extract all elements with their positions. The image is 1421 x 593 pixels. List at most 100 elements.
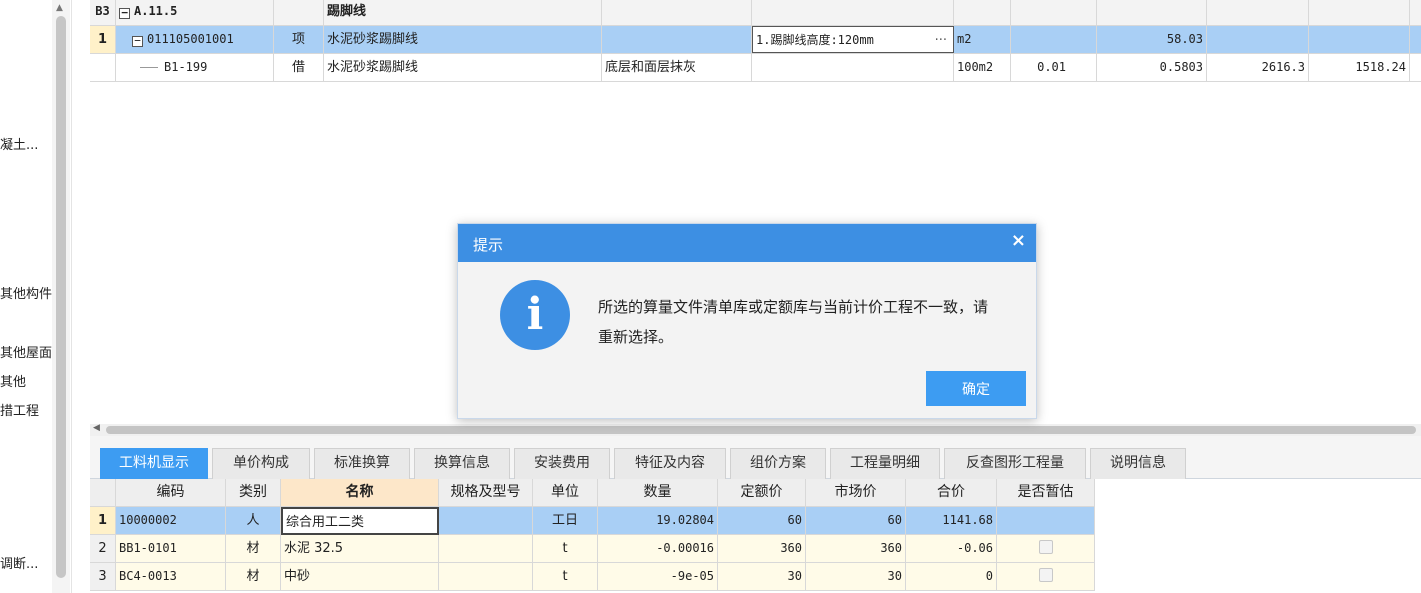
sidebar-item-concrete[interactable]: 凝土... — [0, 134, 38, 153]
tab-quantity-details[interactable]: 工程量明细 — [830, 448, 940, 479]
sidebar-item-other-roof[interactable]: 其他屋面 — [0, 342, 52, 361]
item-qty-content[interactable] — [1011, 26, 1097, 53]
estimated-checkbox[interactable] — [1038, 568, 1053, 582]
dialog-title-bar[interactable]: 提示 × — [458, 224, 1036, 262]
item-desc[interactable]: 底层和面层抹灰 — [602, 54, 752, 81]
item-unit-price[interactable]: 2616.3 — [1207, 54, 1309, 81]
tab-features-content[interactable]: 特征及内容 — [614, 448, 726, 479]
material-quota-price: 30 — [718, 563, 806, 591]
tab-description-info[interactable]: 说明信息 — [1090, 448, 1186, 479]
material-unit[interactable]: t — [533, 535, 598, 563]
sidebar-item-other-components[interactable]: 其他构件 — [0, 283, 52, 302]
section-row[interactable]: B3 − A.11.5 踢脚线 — [90, 0, 1421, 26]
header-unit[interactable]: 单位 — [533, 479, 598, 507]
material-spec[interactable] — [439, 563, 533, 591]
features-cell[interactable]: 1.踢脚线高度:120mm ··· — [752, 26, 954, 53]
material-market-price[interactable]: 30 — [806, 563, 906, 591]
scroll-left-icon[interactable]: ◀ — [93, 423, 100, 433]
prompt-dialog: 提示 × i 所选的算量文件清单库或定额库与当前计价工程不一致，请重新选择。 确… — [457, 223, 1037, 419]
item-name[interactable]: 水泥砂浆踢脚线 — [324, 54, 602, 81]
close-icon[interactable]: × — [1011, 230, 1026, 252]
item-code: 011105001001 — [147, 32, 234, 46]
tab-unit-price-composition[interactable]: 单价构成 — [212, 448, 310, 479]
table-row[interactable]: B1-199 借 水泥砂浆踢脚线 底层和面层抹灰 100m2 0.01 0.58… — [90, 54, 1421, 82]
header-quota-price[interactable]: 定额价 — [718, 479, 806, 507]
more-icon[interactable]: ··· — [935, 27, 947, 52]
tab-pricing-plan[interactable]: 组价方案 — [730, 448, 826, 479]
item-qty[interactable]: 0.5803 — [1097, 54, 1207, 81]
material-code[interactable]: BB1-0101 — [116, 535, 226, 563]
tree-connector — [140, 67, 158, 68]
material-spec[interactable] — [439, 535, 533, 563]
estimated-cell — [997, 507, 1095, 535]
sidebar-scroll-thumb[interactable] — [56, 16, 66, 578]
horizontal-scroll-thumb[interactable] — [106, 426, 1416, 434]
header-category[interactable]: 类别 — [226, 479, 281, 507]
type-cell — [274, 0, 324, 25]
material-name-input[interactable]: 综合用工二类 — [281, 507, 439, 535]
code-cell[interactable]: B1-199 — [116, 54, 274, 81]
material-name[interactable]: 水泥 32.5 — [281, 535, 439, 563]
detail-tab-bar: 工料机显示 单价构成 标准换算 换算信息 安装费用 特征及内容 组价方案 工程量… — [90, 436, 1421, 479]
item-type: 借 — [274, 54, 324, 81]
item-unit[interactable]: m2 — [954, 26, 1011, 53]
ok-button[interactable]: 确定 — [926, 371, 1026, 406]
horizontal-scrollbar[interactable]: ◀ — [90, 423, 1421, 436]
quota-code: B1-199 — [164, 60, 208, 74]
sidebar-item-measures[interactable]: 措工程 — [0, 400, 39, 419]
material-quantity[interactable]: -9e-05 — [598, 563, 718, 591]
item-name[interactable]: 水泥砂浆踢脚线 — [324, 26, 602, 53]
sidebar-item-adjust[interactable]: 调断... — [0, 553, 38, 572]
header-quantity[interactable]: 数量 — [598, 479, 718, 507]
item-qty-content[interactable]: 0.01 — [1011, 54, 1097, 81]
tab-conversion-info[interactable]: 换算信息 — [414, 448, 510, 479]
collapse-icon[interactable]: − — [119, 7, 130, 19]
header-spec[interactable]: 规格及型号 — [439, 479, 533, 507]
sidebar-item-other[interactable]: 其他 — [0, 371, 26, 390]
item-desc[interactable] — [602, 26, 752, 53]
item-qty[interactable]: 58.03 — [1097, 26, 1207, 53]
header-estimated[interactable]: 是否暂估 — [997, 479, 1095, 507]
material-unit[interactable]: t — [533, 563, 598, 591]
material-code[interactable]: BC4-0013 — [116, 563, 226, 591]
material-spec[interactable] — [439, 507, 533, 535]
section-code-cell[interactable]: − A.11.5 — [116, 0, 274, 25]
dialog-title: 提示 — [473, 236, 504, 254]
sidebar-scrollbar[interactable]: ▲ — [52, 0, 70, 593]
material-code[interactable]: 10000002 — [116, 507, 226, 535]
material-market-price[interactable]: 360 — [806, 535, 906, 563]
material-name[interactable]: 中砂 — [281, 563, 439, 591]
collapse-icon[interactable]: − — [132, 35, 143, 47]
item-features[interactable] — [752, 54, 954, 81]
table-row[interactable]: 1 −011105001001 项 水泥砂浆踢脚线 1.踢脚线高度:120mm … — [90, 26, 1421, 54]
material-unit[interactable]: 工日 — [533, 507, 598, 535]
empty-cell — [1011, 0, 1097, 25]
tab-reverse-graphic-quantity[interactable]: 反查图形工程量 — [944, 448, 1086, 479]
header-code[interactable]: 编码 — [116, 479, 226, 507]
material-quota-price: 60 — [718, 507, 806, 535]
scroll-up-icon[interactable]: ▲ — [56, 3, 63, 13]
tab-standard-conversion[interactable]: 标准换算 — [314, 448, 410, 479]
material-quantity[interactable]: 19.02804 — [598, 507, 718, 535]
empty-cell — [752, 0, 954, 25]
code-cell[interactable]: −011105001001 — [116, 26, 274, 53]
material-category[interactable]: 人 — [226, 507, 281, 535]
table-row[interactable]: 3 BC4-0013 材 中砂 t -9e-05 30 30 0 — [90, 563, 1095, 591]
empty-cell — [602, 0, 752, 25]
tab-installation-fee[interactable]: 安装费用 — [514, 448, 610, 479]
table-header-row: 编码 类别 名称 规格及型号 单位 数量 定额价 市场价 合价 是否暂估 — [90, 479, 1095, 507]
item-unit[interactable]: 100m2 — [954, 54, 1011, 81]
material-quantity[interactable]: -0.00016 — [598, 535, 718, 563]
material-category[interactable]: 材 — [226, 563, 281, 591]
table-row[interactable]: 2 BB1-0101 材 水泥 32.5 t -0.00016 360 360 … — [90, 535, 1095, 563]
tab-labor-material[interactable]: 工料机显示 — [100, 448, 208, 479]
material-market-price[interactable]: 60 — [806, 507, 906, 535]
header-market-price[interactable]: 市场价 — [806, 479, 906, 507]
estimated-checkbox[interactable] — [1038, 540, 1053, 554]
material-category[interactable]: 材 — [226, 535, 281, 563]
header-name[interactable]: 名称 — [281, 479, 439, 507]
header-total[interactable]: 合价 — [906, 479, 997, 507]
empty-cell — [954, 0, 1011, 25]
dialog-message: 所选的算量文件清单库或定额库与当前计价工程不一致，请重新选择。 — [598, 298, 989, 346]
table-row[interactable]: 1 10000002 人 综合用工二类 工日 19.02804 60 60 11… — [90, 507, 1095, 535]
